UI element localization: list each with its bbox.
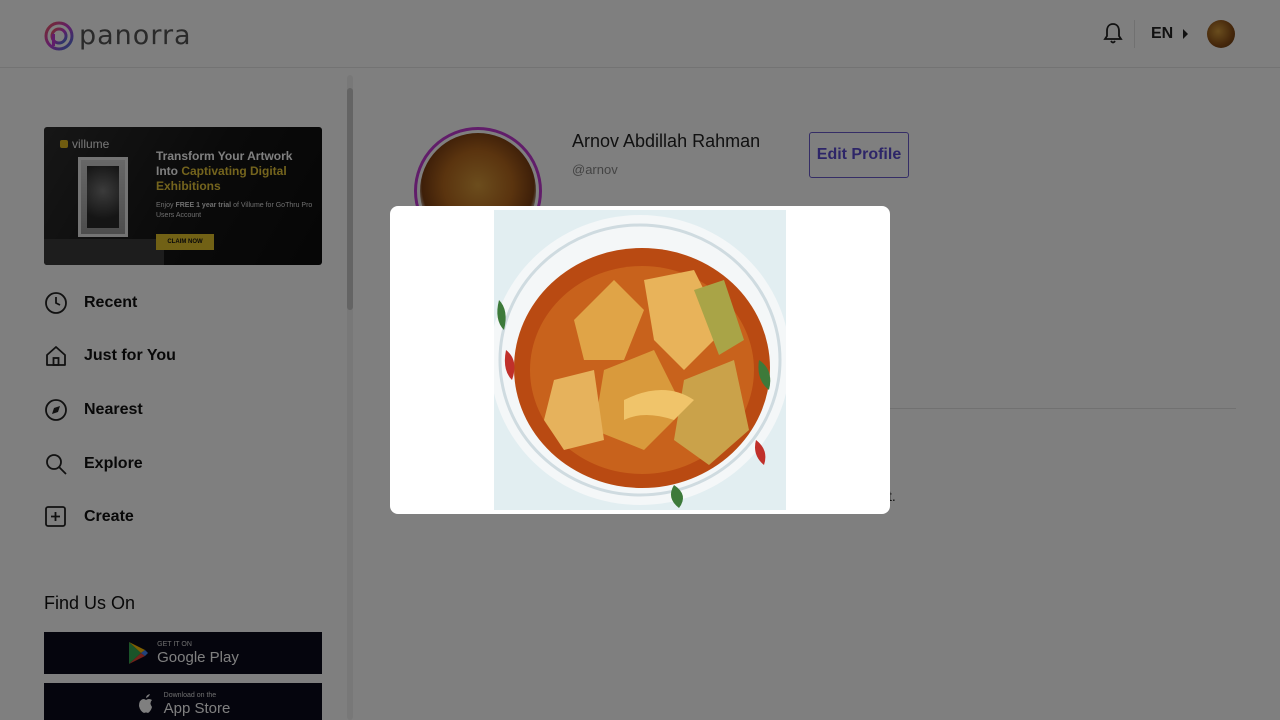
image-preview-modal (390, 206, 890, 514)
curry-dish-image (494, 210, 786, 510)
food-photo (494, 210, 786, 510)
